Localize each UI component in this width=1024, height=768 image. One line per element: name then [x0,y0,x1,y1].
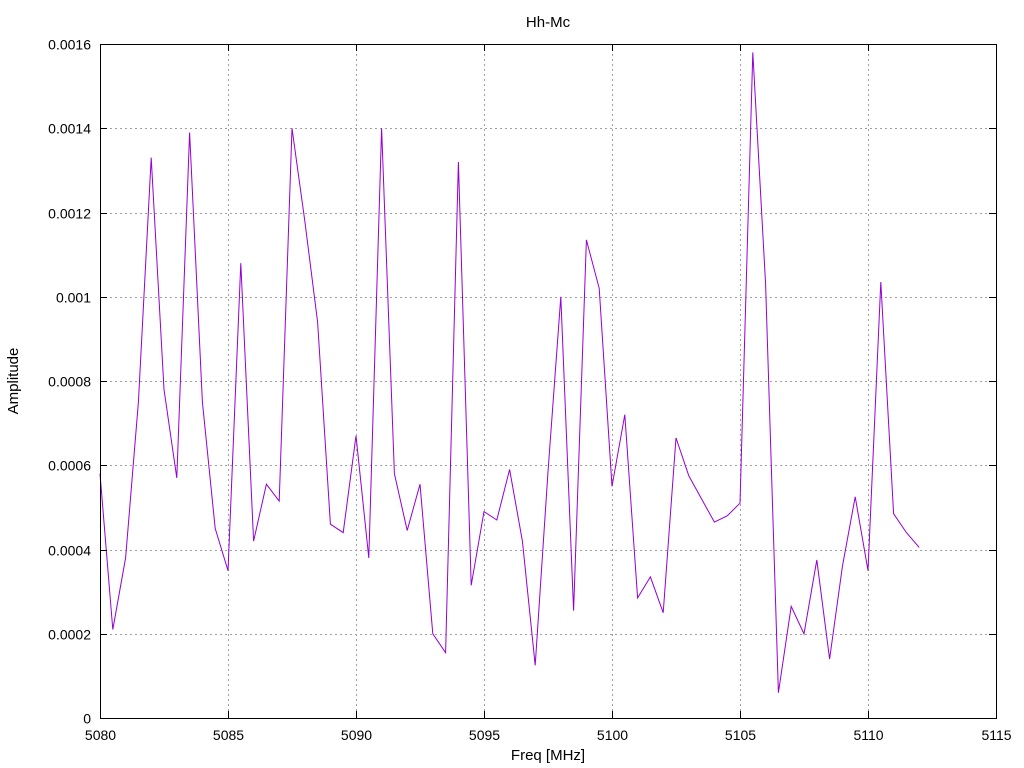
x-tick-label: 5105 [725,727,756,743]
y-tick-label: 0.0006 [48,458,91,474]
chart-title: Hh-Mc [526,14,571,31]
series-layer [99,52,920,693]
x-tick-label: 5100 [597,727,628,743]
y-tick-label: 0.001 [56,290,91,306]
x-tick-label: 5090 [341,727,372,743]
y-tick-label: 0 [83,711,91,727]
y-tick-label: 0.0004 [48,543,91,559]
x-tick-label: 5085 [213,727,244,743]
plot-frame [100,44,997,719]
y-tick-label: 0.0008 [48,374,91,390]
tick-marks [100,44,997,719]
chart-svg: 5080 5085 5090 5095 5100 5105 5110 5115 0 0.0002… [5,14,1012,764]
y-tick-labels: 0 0.0002 0.0004 0.0006 0.0008 0.001 0.0012 0.00… [48,37,91,727]
x-tick-labels: 5080 5085 5090 5095 5100 5105 5110 5115 [85,727,1012,743]
x-tick-label: 5110 [853,727,883,743]
x-axis-title: Freq [MHz] [511,747,585,764]
y-tick-label: 0.0016 [48,37,91,53]
chart: 5080 5085 5090 5095 5100 5105 5110 5115 0 0.0002… [0,0,1024,768]
x-tick-label: 5080 [85,727,116,743]
series-line [99,52,920,693]
y-tick-label: 0.0014 [48,121,91,137]
y-axis-title: Amplitude [5,348,22,415]
x-tick-label: 5115 [981,727,1011,743]
y-tick-label: 0.0002 [48,627,91,643]
x-tick-label: 5095 [469,727,500,743]
y-tick-label: 0.0012 [48,206,91,222]
grid-lines [100,44,996,718]
